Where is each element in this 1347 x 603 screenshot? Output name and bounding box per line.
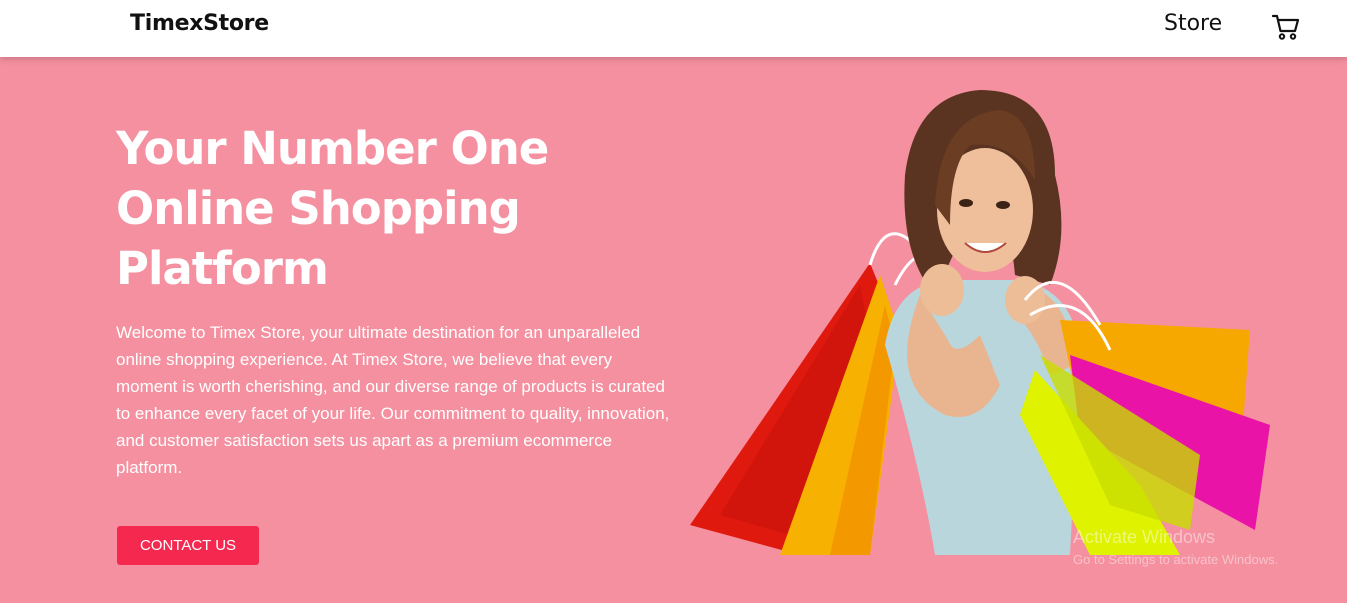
hero-section: Your Number One Online Shopping Platform… [0, 57, 1347, 603]
brand-logo[interactable]: TimexStore [130, 11, 269, 36]
store-link[interactable]: Store [1164, 11, 1222, 36]
hero-title: Your Number One Online Shopping Platform [116, 122, 549, 295]
contact-us-button[interactable]: CONTACT US [117, 526, 259, 565]
watermark-subtitle: Go to Settings to activate Windows. [1073, 552, 1279, 567]
woman-with-shopping-bags-illustration [690, 90, 1270, 555]
hero-description: Welcome to Timex Store, your ultimate de… [116, 323, 670, 477]
navbar: TimexStore Store [0, 0, 1347, 57]
cart-icon[interactable] [1271, 12, 1301, 42]
watermark-title: Activate Windows [1073, 527, 1216, 547]
cart-icon-svg [1271, 14, 1300, 40]
hero-image [680, 85, 1280, 560]
windows-activation-watermark: Activate Windows Go to Settings to activ… [1073, 527, 1278, 567]
